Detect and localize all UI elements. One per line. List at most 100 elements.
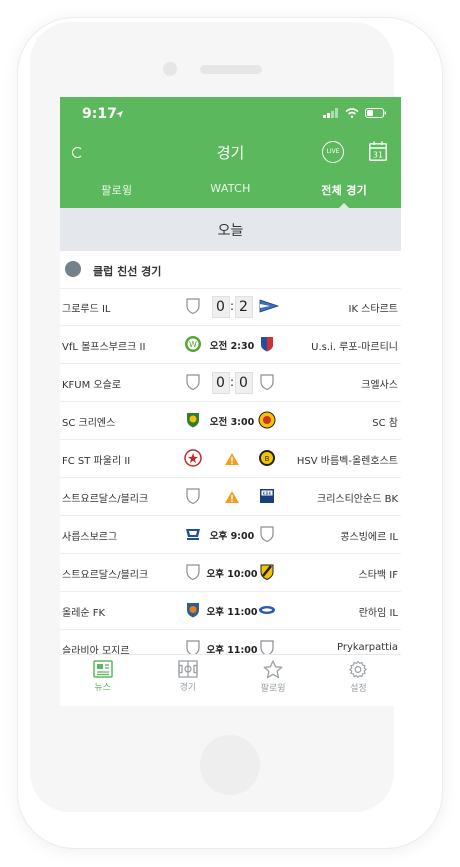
home-crest-icon <box>184 411 202 429</box>
away-team-name: U.s.i. 루포-마르티니 <box>311 342 398 353</box>
tab-following[interactable]: 팔로윙 <box>60 177 174 208</box>
nav-following[interactable]: 팔로윙 <box>231 655 316 706</box>
nav-news[interactable]: 뉴스 <box>60 655 145 706</box>
nav-matches[interactable]: 경기 <box>145 655 230 706</box>
tab-watch[interactable]: WATCH <box>174 177 288 208</box>
home-team-name: 스트요르달스/블리크 <box>62 494 149 505</box>
speaker <box>200 65 262 74</box>
away-crest-icon <box>258 525 276 543</box>
match-center: 오후 11:00 <box>206 592 258 629</box>
home-crest-icon <box>184 297 202 315</box>
home-team-name: 올레순 FK <box>62 608 106 619</box>
away-team-name: 란하임 IL <box>358 608 398 619</box>
match-row[interactable]: KFUM 오슬로 0:0 크엘사스 <box>60 364 401 402</box>
home-team-name: 그로루드 IL <box>62 304 111 315</box>
camera <box>163 62 177 76</box>
score: 0:0 <box>211 371 253 394</box>
home-score: 0 <box>211 295 230 318</box>
away-crest-icon: B <box>258 449 276 467</box>
match-center: 오후 9:00 <box>208 516 256 553</box>
away-crest-icon <box>258 373 276 391</box>
match-row[interactable]: 올레순 FK 오후 11:00 란하임 IL <box>60 592 401 630</box>
page-title: 경기 <box>216 144 245 162</box>
warning-icon <box>225 452 239 465</box>
kickoff-time: 오후 10:00 <box>206 568 258 580</box>
live-icon[interactable]: LIVE <box>322 141 344 163</box>
home-team-name: FC ST 파울리 II <box>62 456 131 467</box>
home-crest-icon <box>184 525 202 543</box>
date-header: 오늘 <box>60 208 401 251</box>
tab-bar: 팔로윙 WATCH 전체 경기 <box>60 177 401 209</box>
kickoff-time: 오후 9:00 <box>209 530 255 542</box>
club-friendly-icon <box>65 261 81 277</box>
score: 0:2 <box>211 295 253 318</box>
away-team-name: 콩스빙에르 IL <box>340 532 398 543</box>
svg-text:B: B <box>265 455 270 463</box>
svg-text:W: W <box>189 340 197 349</box>
match-row[interactable]: 사릅스보르그 오후 9:00 콩스빙에르 IL <box>60 516 401 554</box>
home-crest-icon <box>184 487 202 505</box>
kickoff-time: 오전 3:00 <box>209 416 255 428</box>
match-center <box>208 478 256 515</box>
home-button[interactable] <box>200 735 260 795</box>
home-score: 0 <box>211 371 230 394</box>
away-crest-icon <box>258 297 280 315</box>
app-header: 9:17 경기 LIVE 31 팔로윙 WATCH 전체 경기 <box>60 97 401 209</box>
location-arrow-icon <box>115 110 124 119</box>
warning-icon <box>225 490 239 503</box>
home-crest-icon <box>184 373 202 391</box>
match-center: 오후 10:00 <box>206 554 258 591</box>
home-crest-icon: W <box>184 335 202 353</box>
app-screen: 9:17 경기 LIVE 31 팔로윙 WATCH 전체 경기 오늘 클럽 친선… <box>60 97 401 706</box>
match-center: 0:2 <box>208 288 256 325</box>
home-team-name: VfL 볼프스부르크 II <box>62 342 146 353</box>
nav-settings-label: 설정 <box>350 684 367 694</box>
wifi-icon <box>345 108 359 118</box>
away-crest-icon: KBK <box>258 487 276 505</box>
match-center: 0:0 <box>208 364 256 401</box>
home-team-name: KFUM 오슬로 <box>62 380 122 391</box>
competition-header[interactable]: 클럽 친선 경기 <box>60 251 401 289</box>
away-team-name: 크엘사스 <box>361 380 398 391</box>
away-team-name: 크리스티안순드 BK <box>317 494 398 505</box>
match-row[interactable]: SC 크리엔스 오전 3:00 SC 참 <box>60 402 401 440</box>
pitch-icon <box>178 660 198 678</box>
tab-all-matches-label: 전체 경기 <box>321 184 368 197</box>
away-score: 2 <box>234 295 253 318</box>
gear-icon <box>349 660 368 679</box>
match-center <box>208 440 256 477</box>
match-row[interactable]: VfL 볼프스부르크 II W 오전 2:30 U.s.i. 루포-마르티니 <box>60 326 401 364</box>
status-time: 9:17 <box>82 106 117 122</box>
match-row[interactable]: 그로루드 IL 0:2 IK 스타르트 <box>60 288 401 326</box>
nav-matches-label: 경기 <box>179 683 197 693</box>
nav-news-label: 뉴스 <box>94 683 111 693</box>
nav-settings[interactable]: 설정 <box>316 655 401 706</box>
calendar-day: 31 <box>373 151 383 160</box>
bottom-nav: 뉴스 경기 팔로윙 설정 <box>60 654 401 706</box>
kickoff-time: 오후 11:00 <box>206 606 258 618</box>
svg-text:KBK: KBK <box>263 491 273 497</box>
match-row[interactable]: 스트요르달스/블리크 KBK 크리스티안순드 BK <box>60 478 401 516</box>
calendar-icon[interactable]: 31 <box>369 141 387 161</box>
match-row[interactable]: 스트요르달스/블리크 오후 10:00 스타백 IF <box>60 554 401 592</box>
home-team-name: 스트요르달스/블리크 <box>62 570 149 581</box>
away-team-name: Prykarpattia <box>337 642 398 653</box>
tab-all-matches[interactable]: 전체 경기 <box>287 177 401 209</box>
home-team-name: SC 크리엔스 <box>62 418 116 429</box>
battery-icon <box>365 108 386 118</box>
kickoff-time: 오전 2:30 <box>209 340 255 352</box>
nav-following-label: 팔로윙 <box>260 684 286 694</box>
away-team-name: SC 참 <box>372 418 398 429</box>
match-row[interactable]: FC ST 파울리 II B HSV 바름벡-올렌호스트 <box>60 440 401 478</box>
home-crest-icon <box>184 563 202 581</box>
home-team-name: 사릅스보르그 <box>62 532 118 543</box>
competition-title: 클럽 친선 경기 <box>93 265 162 278</box>
status-icons <box>323 108 387 118</box>
signal-icon <box>323 108 338 118</box>
away-crest-icon <box>258 411 276 429</box>
home-crest-icon <box>184 449 202 467</box>
star-icon <box>263 660 283 679</box>
match-list: 그로루드 IL 0:2 IK 스타르트 VfL 볼프스부르크 II W 오전 2:30 U.… <box>60 288 401 668</box>
away-crest-icon <box>258 335 276 353</box>
news-icon <box>92 660 113 678</box>
